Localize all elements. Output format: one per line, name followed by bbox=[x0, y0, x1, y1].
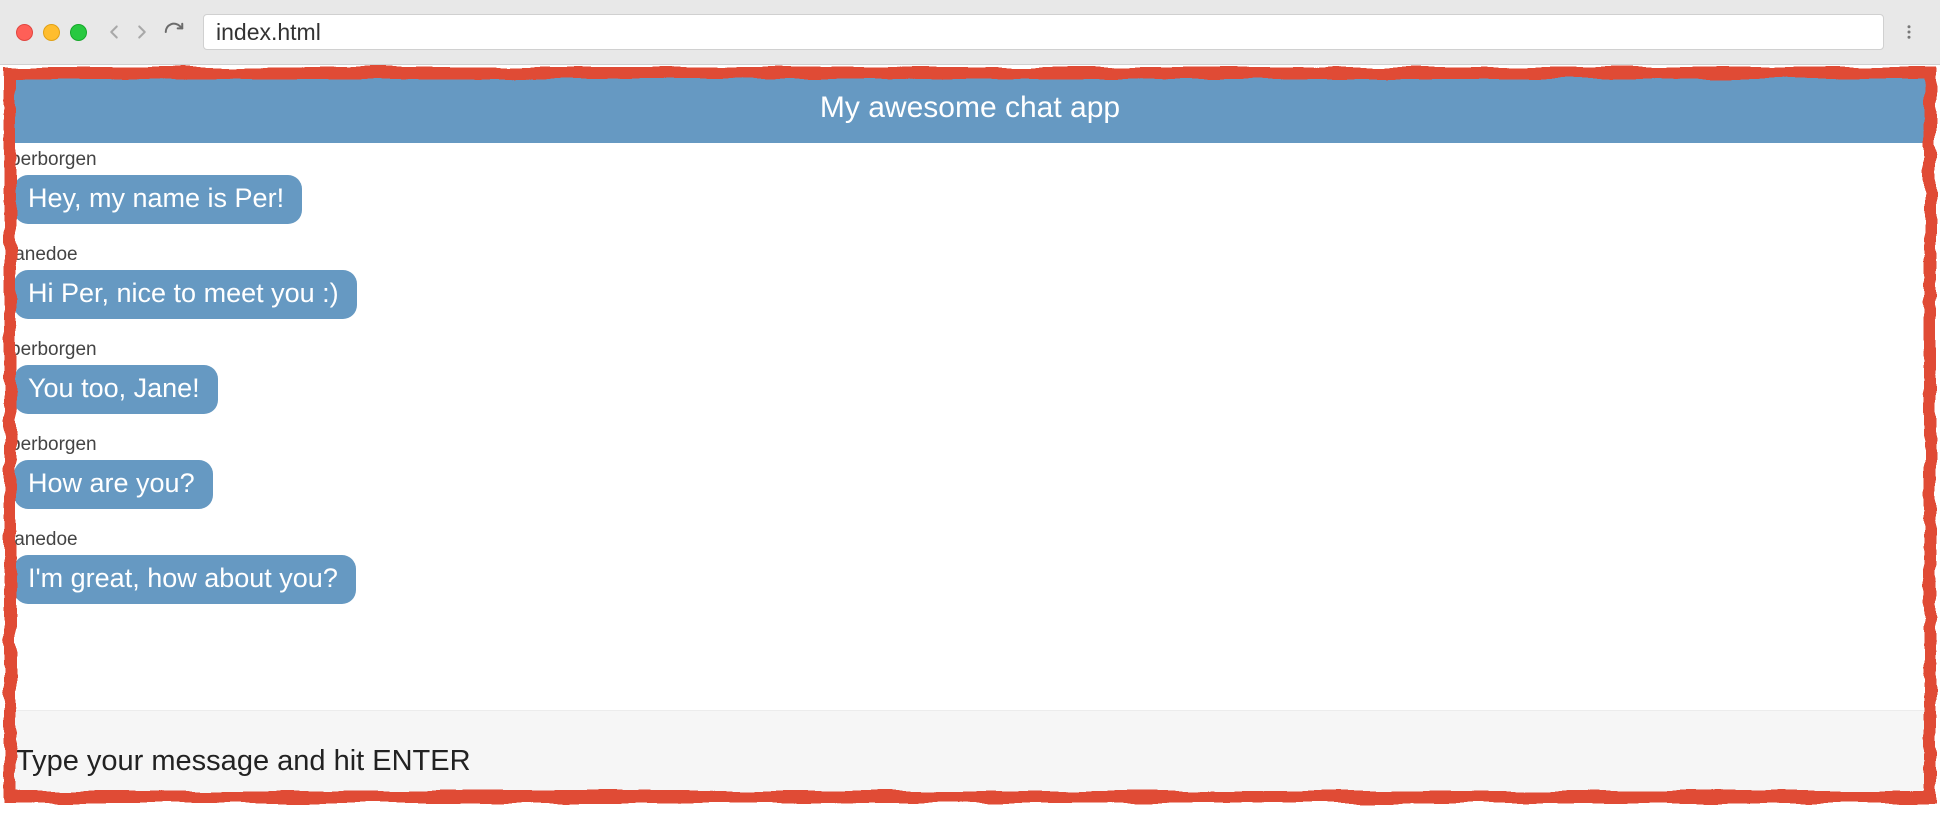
reload-button[interactable] bbox=[163, 21, 185, 43]
window-close-button[interactable] bbox=[16, 24, 33, 41]
window-controls bbox=[16, 24, 87, 41]
message-username: janedoe bbox=[10, 244, 1930, 266]
message-username: perborgen bbox=[10, 434, 1930, 456]
back-button[interactable] bbox=[103, 21, 125, 43]
app-header: My awesome chat app bbox=[10, 75, 1930, 143]
message-item: janedoe I'm great, how about you? bbox=[10, 529, 1930, 604]
message-item: janedoe Hi Per, nice to meet you :) bbox=[10, 244, 1930, 319]
browser-menu-button[interactable] bbox=[1894, 21, 1924, 43]
window-maximize-button[interactable] bbox=[70, 24, 87, 41]
message-username: janedoe bbox=[10, 529, 1930, 551]
app-title: My awesome chat app bbox=[820, 91, 1120, 124]
arrow-left-icon bbox=[103, 21, 125, 43]
message-item: perborgen How are you? bbox=[10, 434, 1930, 509]
app-content: My awesome chat app perborgen Hey, my na… bbox=[10, 75, 1930, 800]
message-item: perborgen Hey, my name is Per! bbox=[10, 149, 1930, 224]
message-item: perborgen You too, Jane! bbox=[10, 339, 1930, 414]
address-bar[interactable] bbox=[203, 14, 1884, 50]
nav-arrows bbox=[103, 21, 185, 43]
message-input[interactable] bbox=[16, 745, 1924, 778]
message-input-area bbox=[10, 710, 1930, 800]
window-minimize-button[interactable] bbox=[43, 24, 60, 41]
message-username: perborgen bbox=[10, 149, 1930, 171]
message-bubble: Hey, my name is Per! bbox=[14, 175, 302, 224]
message-bubble: How are you? bbox=[14, 460, 213, 509]
message-username: perborgen bbox=[10, 339, 1930, 361]
kebab-menu-icon bbox=[1900, 21, 1918, 43]
reload-icon bbox=[163, 21, 185, 43]
message-bubble: I'm great, how about you? bbox=[14, 555, 356, 604]
browser-chrome bbox=[0, 0, 1940, 65]
arrow-right-icon bbox=[131, 21, 153, 43]
message-bubble: You too, Jane! bbox=[14, 365, 218, 414]
messages-list[interactable]: perborgen Hey, my name is Per! janedoe H… bbox=[10, 143, 1930, 710]
message-bubble: Hi Per, nice to meet you :) bbox=[14, 270, 357, 319]
forward-button[interactable] bbox=[131, 21, 153, 43]
